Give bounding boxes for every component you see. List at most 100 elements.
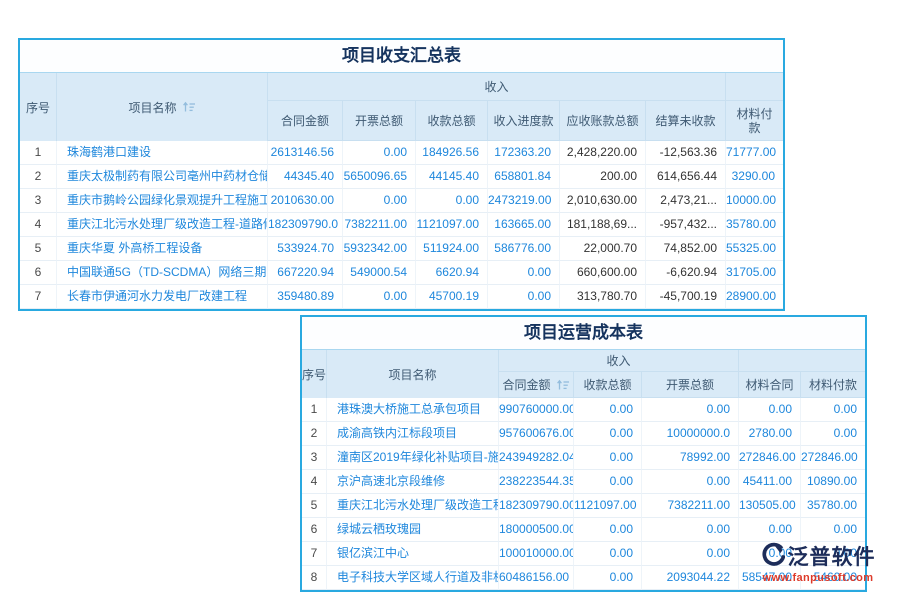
amount-cell: 0.00	[488, 285, 560, 309]
table-row: 3 潼南区2019年绿化补贴项目-施工2标段 243949282.04 0.00…	[302, 446, 865, 470]
project-name-link[interactable]: 重庆市鹅岭公园绿化景观提升工程施工	[57, 189, 268, 213]
watermark-url-text: www.fanpusoft.com	[740, 572, 896, 584]
amount-cell: 35780.00	[801, 494, 865, 518]
amount-cell: 44345.40	[268, 165, 343, 189]
amount-cell: 22,000.70	[560, 237, 646, 261]
fanpu-logo-icon	[761, 542, 785, 571]
amount-cell: 1121097.00	[574, 494, 642, 518]
row-number: 4	[20, 213, 57, 237]
table-row: 4 重庆江北污水处理厂级改造工程-道路修复工程 182309790.0 7382…	[20, 213, 783, 237]
table-row: 1 港珠澳大桥施工总承包项目 990760000.00 0.00 0.00 0.…	[302, 398, 865, 422]
amount-cell: 2093044.22	[642, 566, 739, 590]
project-name-link[interactable]: 港珠澳大桥施工总承包项目	[327, 398, 499, 422]
amount-cell: 10890.00	[801, 470, 865, 494]
row-number: 2	[302, 422, 327, 446]
table2-header: 序号 项目名称 收入 合同金额 收款总额 开票总额 材料合同 材料付款	[302, 350, 865, 398]
project-name-link[interactable]: 重庆江北污水处理厂级改造工程-道路修复工程	[327, 494, 499, 518]
col-header-receivable-total: 应收账款总额	[560, 101, 646, 141]
table1-header: 序号 项目名称 收入 合同金额 开票总额 收款总额 收入进度款 应收账款总额 结…	[20, 73, 783, 141]
amount-cell: 78992.00	[642, 446, 739, 470]
amount-cell: 658801.84	[488, 165, 560, 189]
amount-cell: 130505.00	[739, 494, 801, 518]
col-header-seq: 序号	[302, 350, 327, 398]
sort-icon[interactable]	[556, 379, 570, 391]
project-name-link[interactable]: 银亿滨江中心	[327, 542, 499, 566]
amount-cell: 2613146.56	[268, 141, 343, 165]
amount-cell: 359480.89	[268, 285, 343, 309]
amount-cell: 100010000.00	[499, 542, 574, 566]
project-name-link[interactable]: 潼南区2019年绿化补贴项目-施工2标段	[327, 446, 499, 470]
amount-cell: 180000500.00	[499, 518, 574, 542]
project-name-link[interactable]: 成渝高铁内江标段项目	[327, 422, 499, 446]
project-name-link[interactable]: 重庆江北污水处理厂级改造工程-道路修复工程	[57, 213, 268, 237]
col-header-income-progress: 收入进度款	[488, 101, 560, 141]
amount-cell: 10000.00	[726, 189, 783, 213]
amount-cell: 45411.00	[739, 470, 801, 494]
col-header-settled-unreceived: 结算未收款	[646, 101, 726, 141]
amount-cell: 0.00	[574, 470, 642, 494]
row-number: 6	[20, 261, 57, 285]
amount-cell: 74,852.00	[646, 237, 726, 261]
row-number: 5	[20, 237, 57, 261]
amount-cell: 0.00	[801, 422, 865, 446]
amount-cell: 0.00	[642, 542, 739, 566]
amount-cell: 31705.00	[726, 261, 783, 285]
table-row: 2 重庆太极制药有限公司亳州中药材仓储物流园 44345.40 5650096.…	[20, 165, 783, 189]
project-name-link[interactable]: 重庆华夏 外高桥工程设备	[57, 237, 268, 261]
table-row: 5 重庆华夏 外高桥工程设备 533924.70 5932342.00 5119…	[20, 237, 783, 261]
row-number: 3	[302, 446, 327, 470]
amount-cell: 0.00	[739, 518, 801, 542]
amount-cell: 35780.00	[726, 213, 783, 237]
col-header-contract-amount-label: 合同金额	[502, 376, 550, 393]
col-header-material-contract: 材料合同	[739, 372, 801, 398]
sort-icon[interactable]	[182, 101, 196, 113]
amount-cell: 0.00	[574, 518, 642, 542]
amount-cell: 3290.00	[726, 165, 783, 189]
amount-cell: 5932342.00	[343, 237, 416, 261]
amount-cell: 2,473,21...	[646, 189, 726, 213]
amount-cell: 614,656.44	[646, 165, 726, 189]
project-name-link[interactable]: 长春市伊通河水力发电厂改建工程	[57, 285, 268, 309]
project-name-link[interactable]: 中国联通5G（TD-SCDMA）网络三期四川工程	[57, 261, 268, 285]
amount-cell: 45700.19	[416, 285, 488, 309]
amount-cell: 0.00	[642, 518, 739, 542]
amount-cell: 0.00	[343, 189, 416, 213]
watermark-brand-text: 泛普软件	[788, 541, 876, 571]
amount-cell: 0.00	[574, 422, 642, 446]
amount-cell: 181,188,69...	[560, 213, 646, 237]
amount-cell: 182309790.00	[499, 494, 574, 518]
table-row: 3 重庆市鹅岭公园绿化景观提升工程施工 2010630.00 0.00 0.00…	[20, 189, 783, 213]
project-name-link[interactable]: 重庆太极制药有限公司亳州中药材仓储物流园	[57, 165, 268, 189]
amount-cell: 586776.00	[488, 237, 560, 261]
amount-cell: 0.00	[574, 542, 642, 566]
table-row: 7 长春市伊通河水力发电厂改建工程 359480.89 0.00 45700.1…	[20, 285, 783, 309]
amount-cell: 0.00	[574, 566, 642, 590]
amount-cell: -12,563.36	[646, 141, 726, 165]
amount-cell: 0.00	[574, 398, 642, 422]
amount-cell: 272846.00	[739, 446, 801, 470]
row-number: 2	[20, 165, 57, 189]
amount-cell: 957600676.00	[499, 422, 574, 446]
project-name-link[interactable]: 珠海鹤港口建设	[57, 141, 268, 165]
amount-cell: 28900.00	[726, 285, 783, 309]
table-row: 2 成渝高铁内江标段项目 957600676.00 0.00 10000000.…	[302, 422, 865, 446]
amount-cell: 163665.00	[488, 213, 560, 237]
table-row: 4 京沪高速北京段维修 238223544.35 0.00 0.00 45411…	[302, 470, 865, 494]
col-header-invoice-total: 开票总额	[343, 101, 416, 141]
amount-cell: 200.00	[560, 165, 646, 189]
project-name-link[interactable]: 京沪高速北京段维修	[327, 470, 499, 494]
project-name-link[interactable]: 绿城云栖玫瑰园	[327, 518, 499, 542]
amount-cell: 2,428,220.00	[560, 141, 646, 165]
col-header-project-name: 项目名称	[327, 350, 499, 398]
col-header-project-name-label: 项目名称	[128, 99, 176, 116]
amount-cell: 0.00	[416, 189, 488, 213]
amount-cell: 2473219.00	[488, 189, 560, 213]
row-number: 5	[302, 494, 327, 518]
table-row: 1 珠海鹤港口建设 2613146.56 0.00 184926.56 1723…	[20, 141, 783, 165]
project-name-link[interactable]: 电子科技大学区域人行道及非机动车道工程	[327, 566, 499, 590]
amount-cell: 10000000.0	[642, 422, 739, 446]
col-header-receipt-total: 收款总额	[574, 372, 642, 398]
col-header-material-payment: 材料付款	[726, 101, 783, 141]
amount-cell: 182309790.0	[268, 213, 343, 237]
amount-cell: 549000.54	[343, 261, 416, 285]
